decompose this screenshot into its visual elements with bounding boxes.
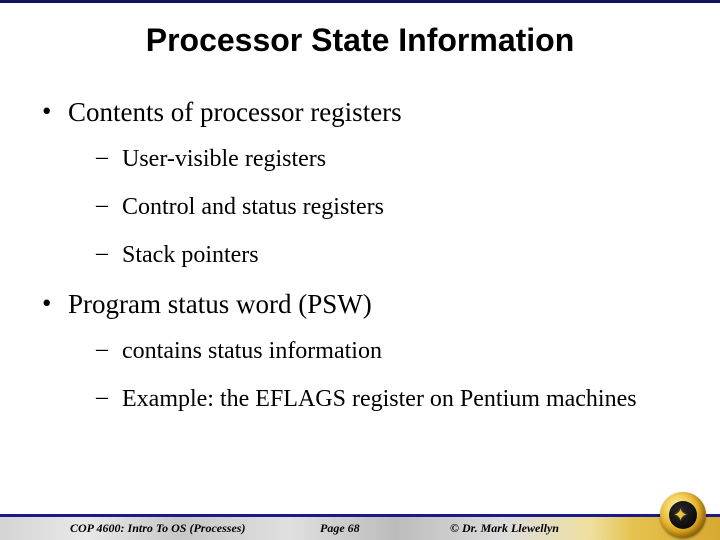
bullet-dash-icon: – [96, 384, 122, 411]
bullet-level2: – contains status information [96, 336, 684, 366]
bullet-dot-icon: • [36, 96, 68, 127]
bullet-text: User-visible registers [122, 144, 684, 174]
bullet-level1: • Program status word (PSW) [36, 288, 684, 322]
ucf-logo: ✦ [660, 492, 706, 538]
footer-course: COP 4600: Intro To OS (Processes) [70, 521, 245, 536]
bullet-level1: • Contents of processor registers [36, 96, 684, 130]
bullet-text: Control and status registers [122, 192, 684, 222]
bullet-text: Stack pointers [122, 240, 684, 270]
bullet-level2: – Stack pointers [96, 240, 684, 270]
bullet-dash-icon: – [96, 192, 122, 219]
slide-title: Processor State Information [0, 22, 720, 59]
bullet-dash-icon: – [96, 240, 122, 267]
bullet-dash-icon: – [96, 336, 122, 363]
bullet-level2: – User-visible registers [96, 144, 684, 174]
bullet-level2: – Example: the EFLAGS register on Pentiu… [96, 384, 684, 414]
logo-star-icon: ✦ [673, 506, 688, 524]
bullet-text: Contents of processor registers [68, 96, 684, 130]
footer: COP 4600: Intro To OS (Processes) Page 6… [0, 498, 720, 540]
footer-copyright: © Dr. Mark Llewellyn [450, 521, 559, 536]
bullet-dot-icon: • [36, 288, 68, 319]
footer-page: Page 68 [320, 521, 360, 536]
bullet-text: Program status word (PSW) [68, 288, 684, 322]
bullet-text: Example: the EFLAGS register on Pentium … [122, 384, 684, 414]
top-rule [0, 0, 720, 3]
bullet-level2: – Control and status registers [96, 192, 684, 222]
bullet-text: contains status information [122, 336, 684, 366]
bullet-dash-icon: – [96, 144, 122, 171]
slide-body: • Contents of processor registers – User… [36, 96, 684, 432]
